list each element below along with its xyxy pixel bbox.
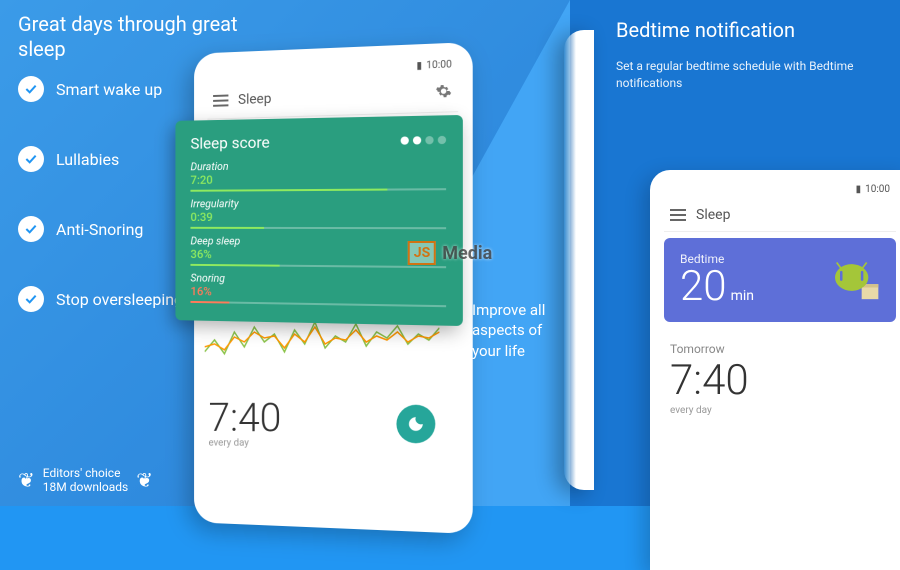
watermark: JS Media [408,241,492,265]
status-bar: ▮ 10:00 [664,182,896,197]
bedtime-card[interactable]: Bedtime 20 min [664,238,896,322]
feature-label: Anti-Snoring [56,220,143,239]
app-title: Sleep [696,207,890,223]
check-icon [18,216,44,242]
editors-choice-badge: ❦ Editors' choice 18M downloads ❦ [18,466,153,494]
bedtime-value: 20 [680,266,727,308]
phone-mock-right: ▮ 10:00 Sleep Bedtime 20 min Tomorrow 7:… [650,170,900,570]
moon-fab[interactable] [396,404,435,443]
feature-label: Stop oversleeping [56,290,183,309]
laurel-left-icon: ❦ [18,468,35,492]
sleep-score-card[interactable]: Sleep score Duration 7:20 Irregularity 0… [175,115,462,326]
menu-icon[interactable] [670,209,686,221]
feature-stop-oversleeping: Stop oversleeping [18,286,183,312]
check-icon [18,286,44,312]
metric-bar [190,301,446,307]
metric-value: 16% [190,284,446,302]
check-icon [18,146,44,172]
editors-line1: Editors' choice [43,466,128,480]
check-icon [18,76,44,102]
alarm-time: 7:40 [209,398,282,438]
battery-icon: ▮ [856,184,862,195]
metric-value: 7:20 [190,171,446,187]
metric-bar [190,227,446,229]
dot[interactable] [401,136,409,144]
android-sleep-icon [830,258,880,302]
feature-label: Smart wake up [56,80,162,99]
feature-anti-snoring: Anti-Snoring [18,216,183,242]
right-headline-block: Bedtime notification Set a regular bedti… [616,18,876,92]
tomorrow-label: Tomorrow [670,342,890,356]
page-dots[interactable] [401,135,446,144]
score-title: Sleep score [190,133,269,153]
improve-tagline: Improve all aspects of your life [472,300,572,361]
feature-list: Smart wake up Lullabies Anti-Snoring Sto… [18,76,183,356]
menu-icon[interactable] [213,95,228,107]
tomorrow-card[interactable]: Tomorrow 7:40 every day [664,332,896,426]
alarm-card[interactable]: 7:40 every day [195,387,450,459]
right-subtitle: Set a regular bedtime schedule with Bedt… [616,58,876,92]
bedtime-unit: min [731,288,754,304]
right-title: Bedtime notification [616,18,876,42]
watermark-box: JS [408,241,436,265]
dot[interactable] [438,135,446,143]
dot[interactable] [413,136,421,144]
bedtime-label: Bedtime [680,252,754,266]
feature-lullabies: Lullabies [18,146,183,172]
status-time: 10:00 [426,59,452,71]
tomorrow-recurrence: every day [670,405,890,416]
app-title: Sleep [238,86,425,108]
app-bar: Sleep [664,197,896,232]
editors-line2: 18M downloads [43,480,128,494]
app-bar: Sleep [207,72,458,119]
battery-icon: ▮ [416,60,422,71]
watermark-text: Media [442,243,492,264]
feature-smart-wake: Smart wake up [18,76,183,102]
metric-value: 0:39 [190,210,446,224]
laurel-right-icon: ❦ [136,468,153,492]
gear-icon[interactable] [435,83,452,104]
metric-bar [190,188,446,192]
metric-label: Irregularity [190,196,446,210]
phone-edge-decoration [564,30,594,490]
feature-label: Lullabies [56,150,119,169]
tomorrow-time: 7:40 [670,356,890,405]
dot[interactable] [425,136,433,144]
status-time: 10:00 [865,184,890,195]
